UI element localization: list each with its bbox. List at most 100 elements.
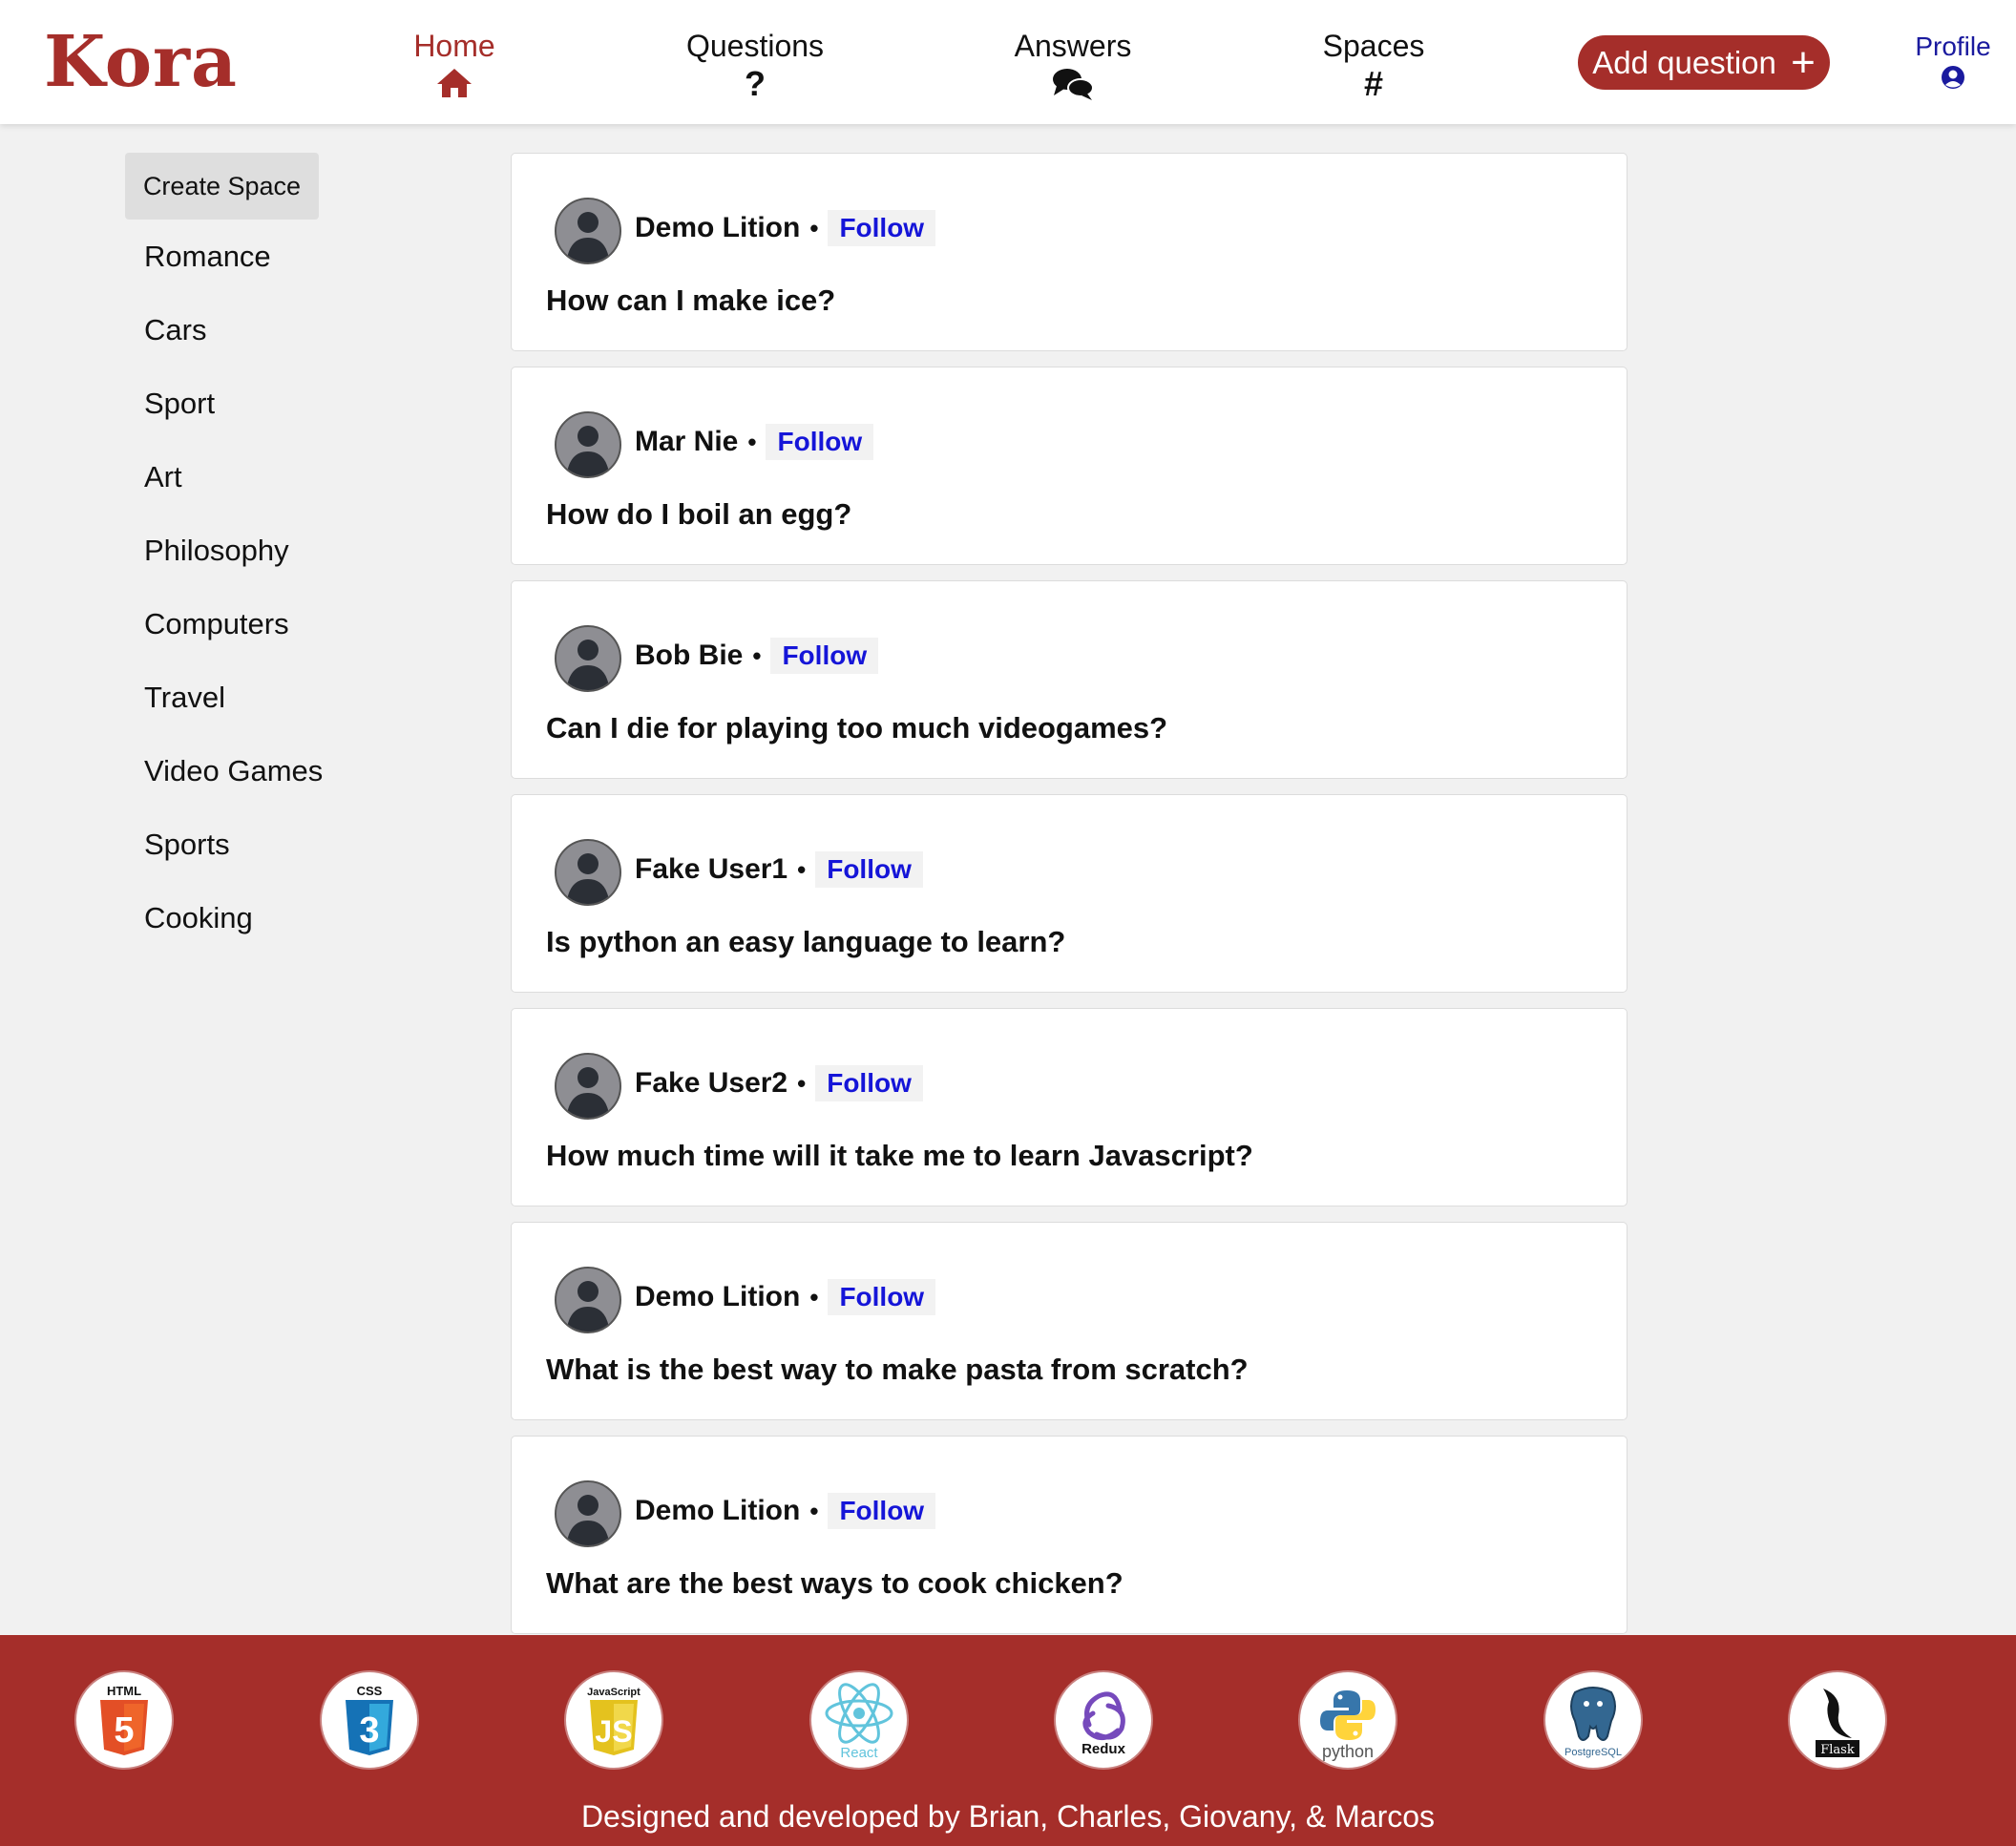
author-name[interactable]: Fake User1 [635,850,788,889]
nav-spaces[interactable]: Spaces # [1278,27,1469,103]
question-title[interactable]: How much time will it take me to learn J… [546,1137,1253,1175]
user-silhouette-icon [566,853,610,904]
separator-dot: • [809,1497,819,1525]
question-card: Demo Lition • Follow How can I make ice? [511,153,1628,351]
avatar[interactable] [555,839,621,906]
user-silhouette-icon [566,1067,610,1118]
react-logo[interactable]: React [811,1672,907,1768]
hashtag-icon: # [1363,64,1384,103]
user-silhouette-icon [566,1495,610,1545]
separator-dot: • [752,641,762,670]
user-silhouette-icon [566,212,610,262]
question-mark-icon: ? [745,64,766,103]
avatar[interactable] [555,411,621,478]
svg-text:3: 3 [359,1710,379,1751]
sidebar-item-romance[interactable]: Romance [125,220,326,293]
nav-answers-label: Answers [1014,29,1132,63]
svg-text:5: 5 [114,1710,134,1751]
follow-button[interactable]: Follow [815,851,923,888]
avatar[interactable] [555,1053,621,1120]
separator-dot: • [797,1069,807,1098]
separator-dot: • [747,428,757,456]
footer: HTML 5 CSS 3 JavaScript JS React Redux p… [0,1635,2016,1846]
nav-questions[interactable]: Questions ? [660,27,850,103]
add-question-label: Add question [1592,45,1776,80]
python-logo[interactable]: python [1300,1672,1396,1768]
html5-logo[interactable]: HTML 5 [76,1672,172,1768]
author-line: Demo Lition • Follow [635,1278,936,1316]
author-line: Demo Lition • Follow [635,1492,936,1530]
sidebar-item-sport[interactable]: Sport [125,367,326,440]
question-title[interactable]: Can I die for playing too much videogame… [546,709,1167,747]
author-line: Fake User2 • Follow [635,1064,923,1102]
author-name[interactable]: Fake User2 [635,1064,788,1102]
javascript-logo-text: JavaScript [587,1687,640,1698]
navbar: Kora Home Questions ? Answers Spaces # A… [0,0,2016,124]
create-space-button[interactable]: Create Space [125,153,319,220]
user-silhouette-icon [566,640,610,690]
question-title[interactable]: What is the best way to make pasta from … [546,1351,1249,1389]
redux-logo[interactable]: Redux [1056,1672,1151,1768]
follow-button[interactable]: Follow [828,1279,936,1315]
flask-logo[interactable]: Flask [1790,1672,1885,1768]
author-name[interactable]: Mar Nie [635,423,738,461]
svg-text:JS: JS [595,1714,632,1749]
postgresql-logo[interactable]: PostgreSQL [1545,1672,1641,1768]
avatar[interactable] [555,1267,621,1333]
author-line: Mar Nie • Follow [635,423,874,461]
follow-button[interactable]: Follow [828,210,936,246]
nav-home-label: Home [413,29,495,63]
sidebar-item-art[interactable]: Art [125,440,326,514]
question-card: Mar Nie • Follow How do I boil an egg? [511,367,1628,565]
follow-button[interactable]: Follow [828,1493,936,1529]
author-name[interactable]: Demo Lition [635,1492,800,1530]
sidebar-item-video-games[interactable]: Video Games [125,734,326,808]
footer-credits: Designed and developed by Brian, Charles… [580,1799,1436,1834]
author-name[interactable]: Bob Bie [635,637,743,675]
plus-icon: + [1791,39,1816,86]
author-name[interactable]: Demo Lition [635,1278,800,1316]
follow-button[interactable]: Follow [770,638,879,674]
sidebar-item-cooking[interactable]: Cooking [125,881,326,954]
sidebar-item-philosophy[interactable]: Philosophy [125,514,326,587]
follow-button[interactable]: Follow [766,424,874,460]
home-icon [359,67,550,99]
comments-icon [977,67,1168,101]
html-logo-text: HTML [107,1684,141,1698]
javascript-logo[interactable]: JavaScript JS [566,1672,662,1768]
separator-dot: • [809,1283,819,1311]
add-question-button[interactable]: Add question + [1578,35,1830,90]
question-title[interactable]: Is python an easy language to learn? [546,923,1065,961]
question-title[interactable]: How can I make ice? [546,282,835,320]
author-name[interactable]: Demo Lition [635,209,800,247]
sidebar-item-computers[interactable]: Computers [125,587,326,661]
user-silhouette-icon [566,1281,610,1332]
user-silhouette-icon [566,426,610,476]
python-logo-text: python [1322,1742,1374,1761]
author-line: Demo Lition • Follow [635,209,936,247]
nav-profile-label: Profile [1915,31,1991,61]
redux-logo-text: Redux [1082,1741,1126,1757]
nav-home[interactable]: Home [359,27,550,99]
sidebar-item-cars[interactable]: Cars [125,293,326,367]
nav-answers[interactable]: Answers [977,27,1168,101]
author-line: Bob Bie • Follow [635,637,879,675]
follow-button[interactable]: Follow [815,1065,923,1101]
css3-logo[interactable]: CSS 3 [322,1672,417,1768]
avatar[interactable] [555,625,621,692]
css-logo-text: CSS [357,1684,383,1698]
nav-profile[interactable]: Profile [1905,31,2001,90]
sidebar-item-travel[interactable]: Travel [125,661,326,734]
flask-logo-text: Flask [1820,1743,1855,1757]
avatar[interactable] [555,198,621,264]
kora-logo[interactable]: Kora [44,21,238,103]
avatar[interactable] [555,1480,621,1547]
nav-questions-label: Questions [685,29,825,63]
nav-spaces-label: Spaces [1322,29,1425,63]
separator-dot: • [809,214,819,242]
question-title[interactable]: How do I boil an egg? [546,495,851,534]
question-title[interactable]: What are the best ways to cook chicken? [546,1564,1124,1603]
question-card: Fake User1 • Follow Is python an easy la… [511,794,1628,993]
sidebar-item-sports[interactable]: Sports [125,808,326,881]
question-card: Fake User2 • Follow How much time will i… [511,1008,1628,1206]
